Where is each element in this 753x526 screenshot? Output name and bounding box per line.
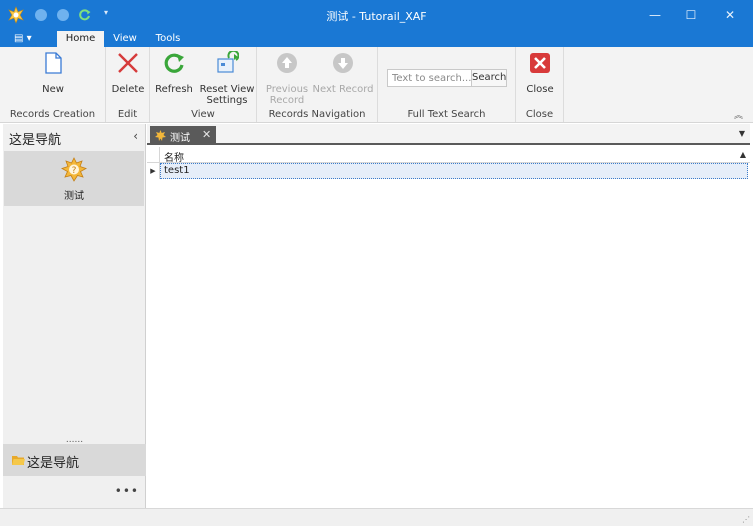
table-row[interactable]: ▶ test1 bbox=[147, 163, 750, 179]
new-button[interactable]: New bbox=[30, 51, 76, 95]
title-bar: ▾ 测试 - Tutorail_XAF — ☐ ✕ bbox=[0, 0, 753, 30]
tab-list-dropdown-icon[interactable]: ▼ bbox=[739, 129, 745, 138]
collapse-ribbon-chevron-icon[interactable]: ︽ bbox=[734, 108, 743, 121]
nav-group-header[interactable]: 这是导航 bbox=[3, 444, 146, 476]
previous-record-button[interactable]: Previous Record bbox=[264, 51, 310, 106]
navigation-pane: 这是导航 ‹ ? 测试 ...... 这是导航 ••• bbox=[3, 124, 146, 508]
reset-view-settings-button[interactable]: Reset View Settings bbox=[199, 49, 255, 106]
row-indicator-icon: ▶ bbox=[147, 163, 160, 179]
document-tab-strip: 测试 ✕ ▼ bbox=[147, 124, 750, 145]
close-window-button[interactable]: ✕ bbox=[712, 4, 748, 26]
close-red-icon bbox=[530, 53, 550, 73]
search-box: Search bbox=[387, 69, 507, 87]
svg-text:?: ? bbox=[72, 166, 77, 176]
group-edit: Delete Edit bbox=[106, 47, 150, 122]
maximize-button[interactable]: ☐ bbox=[673, 4, 709, 26]
delete-button[interactable]: Delete bbox=[109, 51, 147, 95]
refresh-icon bbox=[164, 53, 184, 73]
group-close: Close Close bbox=[516, 47, 564, 122]
nav-title: 这是导航 bbox=[9, 133, 62, 148]
minimize-button[interactable]: — bbox=[637, 4, 673, 26]
close-button[interactable]: Close bbox=[521, 51, 559, 95]
column-header-name[interactable]: 名称 bbox=[164, 149, 184, 164]
group-view: Refresh Reset View Settings View bbox=[150, 47, 257, 122]
nav-collapse-chevron-icon[interactable]: ‹ bbox=[133, 129, 138, 143]
document-area: 测试 ✕ ▼ 名称 ▲ ▶ test1 bbox=[147, 124, 750, 508]
delete-x-icon bbox=[118, 53, 138, 73]
search-button[interactable]: Search bbox=[471, 70, 506, 86]
ribbon-tab-strip: ▤ ▾ Home View Tools bbox=[0, 30, 753, 47]
sort-ascending-icon: ▲ bbox=[739, 150, 746, 159]
document-tab-test[interactable]: 测试 ✕ bbox=[150, 126, 216, 145]
arrow-down-icon bbox=[333, 53, 353, 73]
arrow-up-icon bbox=[277, 53, 297, 73]
nav-header: 这是导航 ‹ bbox=[3, 124, 146, 150]
gear-question-icon: ? bbox=[61, 157, 87, 182]
nav-more-options-icon[interactable]: ••• bbox=[115, 484, 139, 498]
reset-view-icon bbox=[217, 49, 240, 73]
close-tab-icon[interactable]: ✕ bbox=[202, 128, 211, 141]
folder-icon bbox=[12, 456, 25, 465]
new-document-icon bbox=[45, 52, 62, 74]
tab-gear-icon bbox=[155, 130, 166, 141]
ribbon: New Records Creation Delete Edit Refresh bbox=[0, 47, 753, 123]
status-bar: ⋰ bbox=[0, 508, 753, 526]
search-input[interactable] bbox=[388, 70, 472, 86]
tab-home[interactable]: Home bbox=[57, 31, 104, 47]
group-records-navigation: Previous Record Next Record Records Navi… bbox=[257, 47, 378, 122]
group-records-creation: New Records Creation bbox=[0, 47, 106, 122]
resize-grip-icon[interactable]: ⋰ bbox=[742, 515, 750, 524]
grid-header: 名称 ▲ bbox=[147, 147, 750, 164]
file-menu-button[interactable]: ▤ ▾ bbox=[14, 31, 46, 46]
refresh-button[interactable]: Refresh bbox=[155, 51, 193, 95]
nav-item-test[interactable]: ? 测试 bbox=[4, 151, 144, 206]
tab-view[interactable]: View bbox=[108, 31, 142, 47]
tab-tools[interactable]: Tools bbox=[150, 31, 186, 47]
table-cell-name[interactable]: test1 bbox=[160, 163, 748, 179]
next-record-button[interactable]: Next Record bbox=[312, 51, 374, 95]
